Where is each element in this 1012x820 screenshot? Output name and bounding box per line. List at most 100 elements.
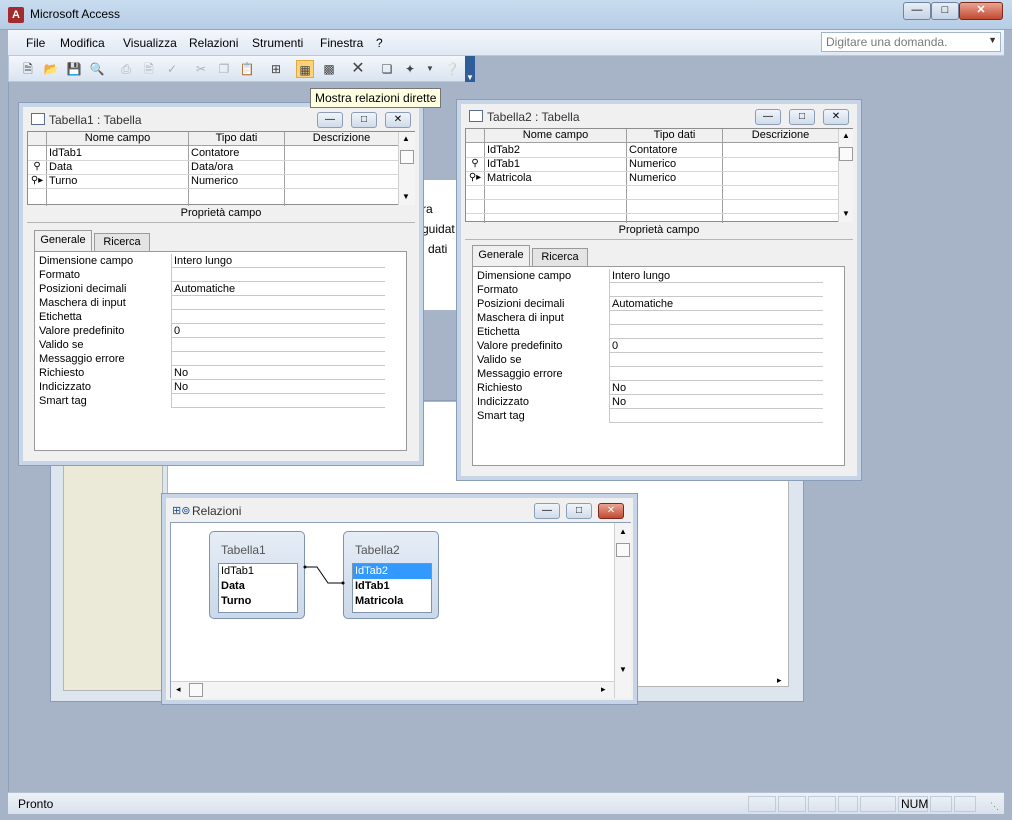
database-window-icon[interactable]: ❏ xyxy=(378,60,396,78)
maximize-button[interactable]: □ xyxy=(789,109,815,125)
close-button[interactable]: ✕ xyxy=(385,112,411,128)
chevron-up-icon[interactable]: ▲ xyxy=(842,131,850,140)
close-button[interactable]: ✕ xyxy=(598,503,624,519)
property-value[interactable] xyxy=(171,268,385,282)
table-row[interactable]: ⚲ IdTab1 Numerico xyxy=(466,157,838,171)
table-row[interactable]: IdTab1 Contatore xyxy=(28,146,398,160)
column-header[interactable]: Tipo dati xyxy=(188,132,284,146)
field-type[interactable]: Data/ora xyxy=(188,160,284,174)
ask-question-input[interactable]: Digitare una domanda. ▼ xyxy=(821,32,1001,52)
menu-modifica[interactable]: Modifica xyxy=(60,36,105,50)
table-row[interactable]: ⚲▸ Matricola Numerico xyxy=(466,171,838,185)
chevron-up-icon[interactable]: ▲ xyxy=(619,527,627,536)
column-header[interactable]: Nome campo xyxy=(484,129,626,143)
print-icon[interactable]: ⎙ xyxy=(117,60,135,78)
chevron-down-icon[interactable]: ▼ xyxy=(842,209,850,218)
chevron-right-icon[interactable]: ▸ xyxy=(777,675,782,686)
table-row[interactable]: ⚲ Data Data/ora xyxy=(28,160,398,174)
vertical-scrollbar[interactable]: ▲ ▼ xyxy=(398,132,415,205)
property-value[interactable]: No xyxy=(171,380,385,394)
property-value[interactable]: 0 xyxy=(171,324,385,338)
minimize-button[interactable]: — xyxy=(534,503,560,519)
menu-visualizza[interactable]: Visualizza xyxy=(123,36,177,50)
menu-strumenti[interactable]: Strumenti xyxy=(252,36,303,50)
property-value[interactable]: Intero lungo xyxy=(609,269,823,283)
tab-ricerca[interactable]: Ricerca xyxy=(94,233,150,251)
field-name[interactable]: Matricola xyxy=(484,171,624,185)
field-name[interactable]: IdTab1 xyxy=(46,146,186,160)
field-type[interactable]: Numerico xyxy=(626,171,722,185)
menu-file[interactable]: File xyxy=(26,36,45,50)
property-value[interactable]: Intero lungo xyxy=(171,254,385,268)
property-value[interactable]: Automatiche xyxy=(171,282,385,296)
field-type[interactable]: Contatore xyxy=(626,143,722,157)
scroll-thumb[interactable] xyxy=(189,683,203,697)
chevron-up-icon[interactable]: ▲ xyxy=(402,134,410,143)
minimize-button[interactable]: — xyxy=(317,112,343,128)
property-value[interactable]: Automatiche xyxy=(609,297,823,311)
property-value[interactable] xyxy=(609,325,823,339)
copy-icon[interactable]: ❐ xyxy=(215,60,233,78)
close-button[interactable]: ✕ xyxy=(823,109,849,125)
field-type[interactable]: Numerico xyxy=(188,174,284,188)
menu-relazioni[interactable]: Relazioni xyxy=(189,36,238,50)
table-row[interactable]: ⚲▸ Turno Numerico xyxy=(28,174,398,188)
minimize-button[interactable]: — xyxy=(903,2,931,20)
property-value[interactable] xyxy=(609,311,823,325)
open-icon[interactable]: 📂 xyxy=(42,60,60,78)
property-value[interactable] xyxy=(609,409,823,423)
vertical-scrollbar[interactable]: ▲ ▼ xyxy=(838,129,853,222)
scroll-thumb[interactable] xyxy=(400,150,414,164)
property-value[interactable]: No xyxy=(171,366,385,380)
cut-icon[interactable]: ✂ xyxy=(192,60,210,78)
search-file-icon[interactable]: 🔍 xyxy=(88,60,106,78)
restore-button[interactable]: □ xyxy=(931,2,959,20)
chevron-right-icon[interactable]: ▸ xyxy=(601,684,606,695)
new-icon[interactable]: 🗎 xyxy=(19,60,37,78)
field-type[interactable]: Numerico xyxy=(626,157,722,171)
field-type[interactable]: Contatore xyxy=(188,146,284,160)
toolbar-options-icon[interactable]: ▼ xyxy=(465,56,475,82)
resize-grip-icon[interactable]: ⋱ xyxy=(990,801,999,812)
property-value[interactable] xyxy=(609,353,823,367)
tab-ricerca[interactable]: Ricerca xyxy=(532,248,588,266)
property-value[interactable]: 0 xyxy=(609,339,823,353)
column-header[interactable]: Descrizione xyxy=(284,132,398,146)
close-button[interactable]: ✕ xyxy=(959,2,1003,20)
field-name[interactable]: IdTab2 xyxy=(484,143,624,157)
save-icon[interactable]: 💾 xyxy=(65,60,83,78)
field-name[interactable]: Data xyxy=(46,160,186,174)
property-value[interactable] xyxy=(171,352,385,366)
scroll-thumb[interactable] xyxy=(839,147,853,161)
maximize-button[interactable]: □ xyxy=(566,503,592,519)
column-header[interactable]: Descrizione xyxy=(722,129,838,143)
maximize-button[interactable]: □ xyxy=(351,112,377,128)
menu-finestra[interactable]: Finestra xyxy=(320,36,363,50)
chevron-down-icon[interactable]: ▼ xyxy=(402,192,410,201)
paste-icon[interactable]: 📋 xyxy=(238,60,256,78)
vertical-scrollbar[interactable]: ▲ ▼ xyxy=(614,523,631,698)
show-direct-relations-icon[interactable]: ▦ xyxy=(296,60,314,78)
tab-generale[interactable]: Generale xyxy=(472,245,530,267)
property-value[interactable] xyxy=(171,310,385,324)
delete-icon[interactable]: ✕ xyxy=(349,60,367,78)
print-preview-icon[interactable]: 🖹 xyxy=(140,60,158,78)
property-value[interactable]: No xyxy=(609,381,823,395)
chevron-down-icon[interactable]: ▼ xyxy=(619,665,627,674)
new-object-icon[interactable]: ✦ xyxy=(401,60,419,78)
show-table-icon[interactable]: ⊞ xyxy=(267,60,285,78)
table-row[interactable]: IdTab2 Contatore xyxy=(466,143,838,157)
property-value[interactable] xyxy=(609,283,823,297)
chevron-left-icon[interactable]: ◂ xyxy=(176,684,181,695)
menu-help[interactable]: ? xyxy=(376,36,383,50)
tab-generale[interactable]: Generale xyxy=(34,230,92,252)
property-value[interactable]: No xyxy=(609,395,823,409)
show-all-relations-icon[interactable]: ▩ xyxy=(320,60,338,78)
horizontal-scrollbar[interactable]: ◂ ▸ xyxy=(171,681,614,698)
property-value[interactable] xyxy=(171,394,385,408)
relationships-canvas[interactable]: Tabella1 IdTab1 Data Turno Tabella2 IdTa… xyxy=(170,522,631,698)
column-header[interactable]: Tipo dati xyxy=(626,129,722,143)
minimize-button[interactable]: — xyxy=(755,109,781,125)
scroll-thumb[interactable] xyxy=(616,543,630,557)
field-name[interactable]: Turno xyxy=(46,174,186,188)
